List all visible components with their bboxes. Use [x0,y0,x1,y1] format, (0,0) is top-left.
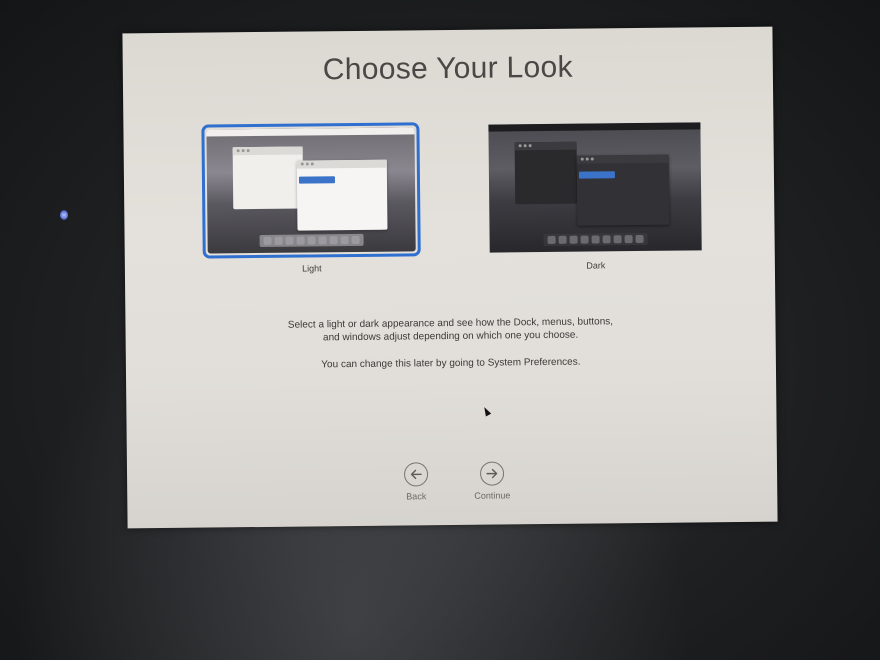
dock-icon [591,235,600,244]
back-button[interactable]: Back [403,462,429,501]
light-thumbnail-frame[interactable] [201,122,421,259]
dock-icon [285,236,294,245]
dock-icon [569,235,578,244]
dock-icon [318,236,327,245]
arrow-right-icon[interactable] [479,461,505,486]
description: Select a light or dark appearance and se… [125,314,776,388]
light-appearance-preview[interactable] [206,127,416,254]
preview-window [296,159,388,231]
dock-icon [580,235,589,244]
preferences-note: You can change this later by going to Sy… [321,356,581,371]
preview-dock [259,233,364,247]
back-label[interactable]: Back [404,491,428,501]
arrow-left-icon[interactable] [403,462,429,487]
preview-menubar [488,122,701,132]
light-option-label[interactable]: Light [203,262,421,274]
page-title: Choose Your Look [322,50,573,87]
dock-icon [296,236,305,245]
dark-appearance-preview[interactable] [488,122,702,253]
description-line-2: and windows adjust depending on which on… [322,329,579,344]
continue-label[interactable]: Continue [474,490,510,500]
dock-icon [602,235,611,244]
dock-icon [547,235,556,244]
dock-icon [307,236,316,245]
preview-window [514,141,578,205]
description-line-1: Select a light or dark appearance and se… [287,316,614,331]
dock-icon [329,236,338,245]
appearance-option-dark[interactable]: Dark [485,119,705,271]
preview-window-titlebar [296,159,387,169]
dock-icon [613,235,622,244]
status-light [60,210,68,220]
dock-icon [558,235,567,244]
preview-menubar [206,127,415,137]
preview-window-titlebar [232,146,303,156]
continue-button[interactable]: Continue [474,461,510,501]
preview-window [576,154,670,226]
preview-selected-row [578,171,615,179]
description-text: Select a light or dark appearance and se… [125,314,775,347]
preview-dock [543,232,648,247]
setup-assistant-window: Choose Your Look Light Dark Select a lig… [122,26,778,529]
preview-window-titlebar [514,141,577,151]
dark-option-label[interactable]: Dark [487,259,705,271]
dark-thumbnail-frame[interactable] [485,119,704,255]
preview-window-titlebar [576,154,669,164]
dock-icon [351,235,360,245]
dock-icon [274,236,283,245]
dock-icon [635,234,644,244]
preview-selected-row [298,176,336,184]
preview-window [232,146,304,210]
dock-icon [624,235,633,244]
dock-icon [340,236,349,245]
appearance-option-light[interactable]: Light [201,122,421,274]
mouse-cursor [481,405,492,417]
dock-icon [263,236,272,245]
